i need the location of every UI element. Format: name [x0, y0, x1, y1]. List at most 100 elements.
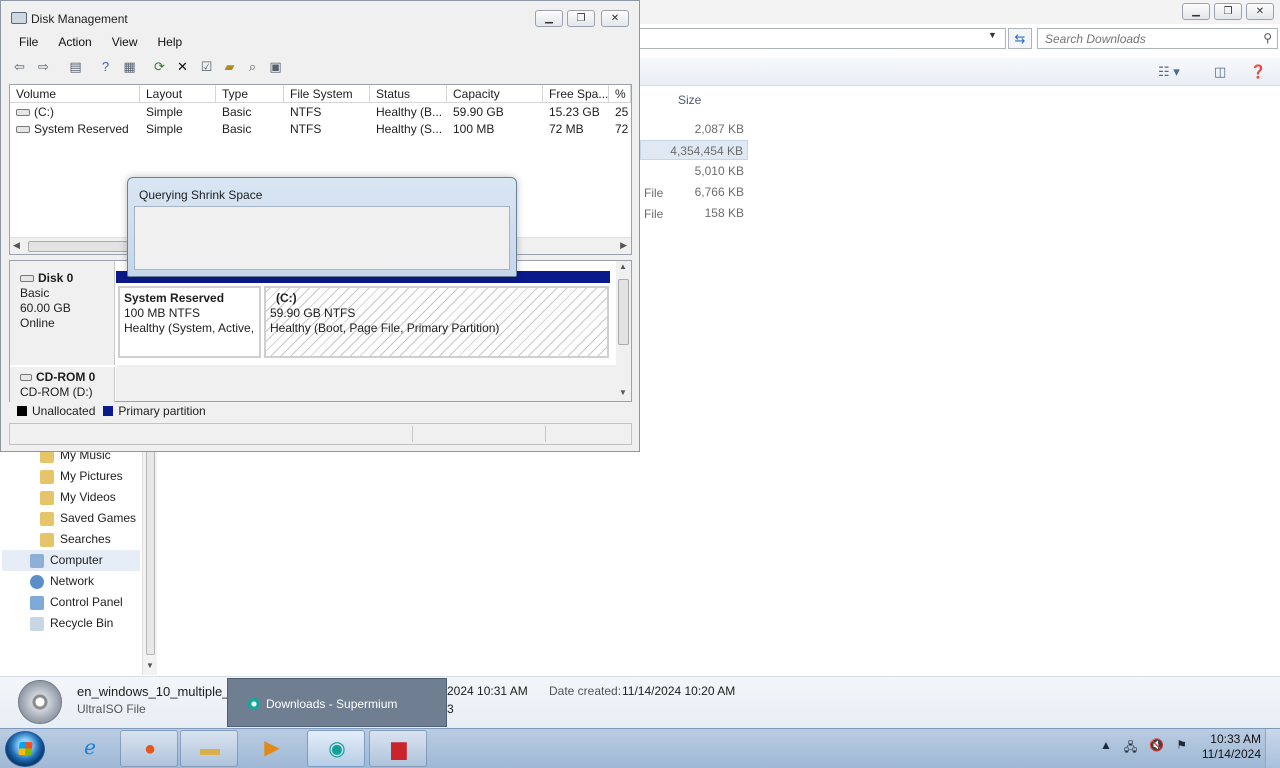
- forward-icon[interactable]: ⇨: [35, 58, 52, 75]
- column-header[interactable]: File System: [284, 85, 370, 103]
- disk-size: 60.00 GB: [20, 301, 71, 315]
- hard-disk-icon: [20, 275, 34, 283]
- explore-icon[interactable]: ⌕: [244, 58, 261, 75]
- column-header[interactable]: Free Spa...: [543, 85, 609, 103]
- open-folder-icon[interactable]: ▰: [221, 58, 238, 75]
- column-header[interactable]: Layout: [140, 85, 216, 103]
- start-button[interactable]: [5, 731, 45, 767]
- scroll-left-icon[interactable]: ◀: [13, 240, 20, 251]
- minimize-button[interactable]: ▁: [1182, 3, 1210, 20]
- vertical-scrollbar[interactable]: ▲ ▼: [616, 261, 631, 401]
- column-header[interactable]: Type: [216, 85, 284, 103]
- scroll-up-icon[interactable]: ▲: [619, 262, 627, 271]
- menu-help[interactable]: Help: [148, 34, 193, 52]
- shield-icon[interactable]: ▣: [267, 58, 284, 75]
- nav-scrollbar[interactable]: ▼: [142, 450, 157, 675]
- thumbnail-label: Downloads - Supermium: [266, 697, 398, 711]
- menu-file[interactable]: File: [9, 34, 48, 52]
- taskbar-internet-explorer[interactable]: ℯ: [61, 730, 119, 767]
- delete-icon[interactable]: ✕: [174, 58, 191, 75]
- refresh-button[interactable]: ⇆: [1008, 28, 1032, 49]
- scroll-thumb[interactable]: [618, 279, 629, 345]
- network-icon[interactable]: 🖧: [1124, 738, 1137, 759]
- folder-icon: ▬: [200, 738, 220, 760]
- volume-muted-icon[interactable]: 🔇: [1149, 738, 1164, 759]
- folder-icon: [40, 532, 54, 547]
- taskbar-media-player[interactable]: ▶: [243, 730, 301, 767]
- layout-cell: Simple: [146, 122, 183, 136]
- close-button[interactable]: ✕: [1246, 3, 1274, 20]
- legend-label: Unallocated: [32, 403, 96, 418]
- taskbar-firefox[interactable]: ●: [120, 730, 178, 767]
- percent-free-cell: 72: [615, 122, 629, 136]
- nav-recycle-bin[interactable]: Recycle Bin: [30, 613, 113, 634]
- nav-network[interactable]: Network: [30, 571, 94, 592]
- preview-pane-icon[interactable]: ◫: [1214, 64, 1226, 80]
- menu-action[interactable]: Action: [48, 34, 101, 52]
- minimize-button[interactable]: ▁: [535, 10, 563, 27]
- disk-kind: Basic: [20, 286, 50, 300]
- search-icon[interactable]: ⚲: [1263, 31, 1272, 45]
- nav-searches[interactable]: Searches: [40, 529, 111, 550]
- file-size[interactable]: 4,354,454 KB: [640, 140, 748, 160]
- disk0-label[interactable]: Disk 0 Basic 60.00 GB Online: [10, 261, 115, 365]
- nav-my-videos[interactable]: My Videos: [40, 487, 116, 508]
- querying-shrink-space-dialog: Querying Shrink Space: [127, 177, 517, 277]
- close-button[interactable]: ✕: [601, 10, 629, 27]
- refresh-icon[interactable]: ⟳: [151, 58, 168, 75]
- check-icon[interactable]: ☑: [198, 58, 215, 75]
- partition-name: System Reserved: [124, 291, 225, 305]
- taskbar-thumbnail-popup[interactable]: Downloads - Supermium: [227, 678, 447, 727]
- column-header[interactable]: % F: [609, 85, 631, 103]
- cdrom0-label[interactable]: CD-ROM 0 CD-ROM (D:): [10, 367, 115, 402]
- search-box[interactable]: ⚲: [1037, 28, 1278, 49]
- scroll-right-icon[interactable]: ▶: [620, 240, 627, 251]
- nav-control-panel[interactable]: Control Panel: [30, 592, 123, 613]
- help-icon[interactable]: ?: [97, 58, 114, 75]
- taskbar-supermium[interactable]: ◉: [307, 730, 365, 767]
- file-type-fragment: File: [644, 186, 664, 200]
- partition-system-reserved[interactable]: System Reserved 100 MB NTFS Healthy (Sys…: [118, 286, 261, 358]
- scroll-thumb[interactable]: [146, 450, 155, 655]
- scroll-down-icon[interactable]: ▼: [619, 388, 627, 397]
- column-header[interactable]: Capacity: [447, 85, 543, 103]
- column-header[interactable]: Status: [370, 85, 447, 103]
- type-cell: Basic: [222, 105, 252, 119]
- legend-label: Primary partition: [118, 403, 206, 418]
- cdrom-name: CD-ROM 0: [36, 370, 96, 384]
- nav-computer[interactable]: Computer: [2, 550, 140, 571]
- folder-icon: [40, 511, 54, 526]
- menu-view[interactable]: View: [102, 34, 148, 52]
- address-bar[interactable]: [638, 28, 1006, 49]
- partition-c[interactable]: (C:) 59.90 GB NTFS Healthy (Boot, Page F…: [264, 286, 609, 358]
- column-header[interactable]: Volume: [10, 85, 140, 103]
- scroll-thumb[interactable]: [28, 241, 138, 252]
- restore-button[interactable]: ❐: [567, 10, 595, 27]
- taskbar-toolbox[interactable]: ▆: [369, 730, 427, 767]
- show-hidden-icons-icon[interactable]: ▲: [1100, 738, 1112, 759]
- help-icon[interactable]: ❓: [1250, 64, 1266, 80]
- show-desktop-button[interactable]: [1265, 729, 1280, 768]
- supermium-icon: [248, 698, 260, 710]
- nav-saved-games[interactable]: Saved Games: [40, 508, 136, 529]
- properties-icon[interactable]: ▦: [121, 58, 138, 75]
- clock[interactable]: 10:33 AM 11/14/2024: [1195, 732, 1261, 762]
- address-dropdown-icon[interactable]: ▼: [988, 30, 997, 40]
- search-input[interactable]: [1038, 29, 1248, 48]
- column-header-size[interactable]: Size: [678, 93, 701, 107]
- free-space-cell: 15.23 GB: [549, 105, 600, 119]
- folder-icon: [40, 469, 54, 484]
- status-cell: Healthy (B...: [376, 105, 443, 119]
- action-center-flag-icon[interactable]: ⚑: [1176, 738, 1187, 759]
- system-tray: ▲ 🖧 🔇 ⚑: [1100, 738, 1187, 759]
- thumbnail-window-item[interactable]: Downloads - Supermium: [248, 693, 438, 715]
- show-hide-console-icon[interactable]: ▤: [67, 58, 84, 75]
- details-created-label: Date created:: [549, 684, 622, 698]
- view-options-icon[interactable]: ☷ ▾: [1158, 64, 1180, 80]
- taskbar-explorer[interactable]: ▬: [180, 730, 238, 767]
- cdrom-drive: CD-ROM (D:): [20, 385, 93, 399]
- scroll-down-icon[interactable]: ▼: [146, 661, 154, 670]
- maximize-button[interactable]: ❐: [1214, 3, 1242, 20]
- nav-my-pictures[interactable]: My Pictures: [40, 466, 123, 487]
- back-icon[interactable]: ⇦: [11, 58, 28, 75]
